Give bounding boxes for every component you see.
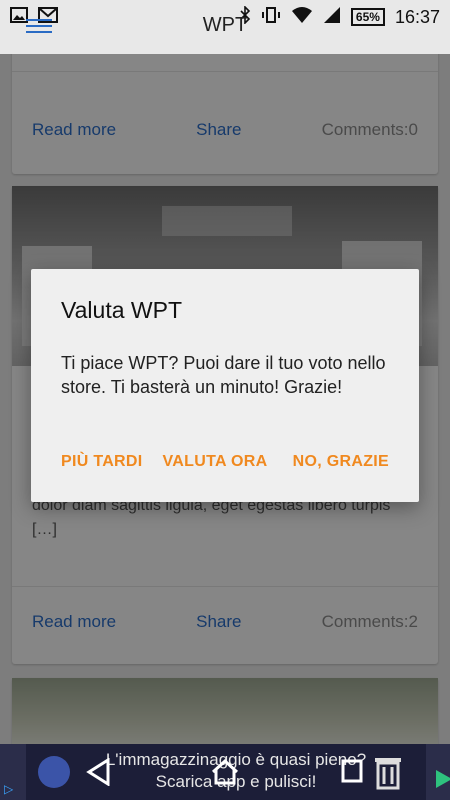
dialog-title: Valuta WPT bbox=[61, 297, 182, 323]
page-title: WPT bbox=[202, 14, 248, 36]
rate-now-button[interactable]: VALUTA ORA bbox=[153, 453, 278, 471]
google-play-icon bbox=[436, 770, 450, 788]
cleaner-app-icon bbox=[38, 756, 70, 788]
trash-icon bbox=[371, 754, 405, 790]
recent-apps-button-icon[interactable] bbox=[340, 758, 364, 789]
back-button-icon[interactable] bbox=[86, 757, 112, 791]
later-button[interactable]: PIÙ TARDI bbox=[51, 453, 153, 471]
no-thanks-button[interactable]: NO, GRAZIE bbox=[283, 453, 399, 471]
dialog-message: Ti piace WPT? Puoi dare il tuo voto nell… bbox=[61, 353, 386, 397]
dialog-buttons: PIÙ TARDI VALUTA ORA NO, GRAZIE bbox=[31, 453, 419, 471]
rate-app-dialog: Valuta WPT Ti piace WPT? Puoi dare il tu… bbox=[31, 269, 419, 502]
ad-choices-icon[interactable]: ▷ bbox=[4, 782, 13, 796]
home-button-icon[interactable] bbox=[210, 758, 240, 791]
app-bar bbox=[0, 34, 450, 54]
